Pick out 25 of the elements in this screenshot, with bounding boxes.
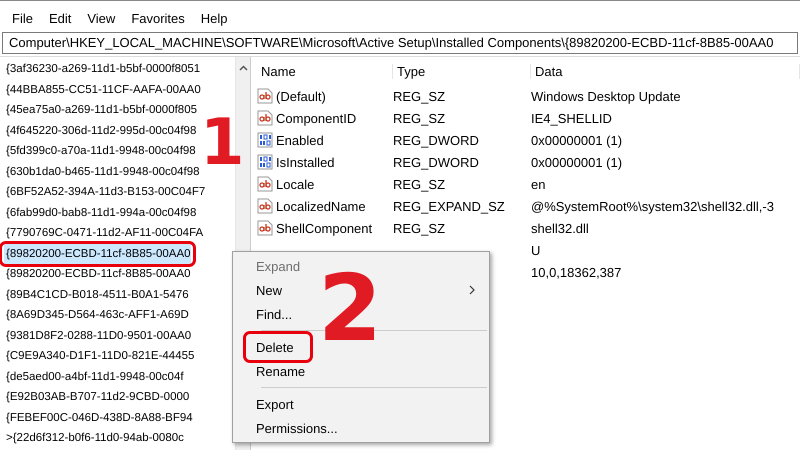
value-type: REG_EXPAND_SZ (393, 198, 506, 214)
value-name: Locale (276, 176, 314, 192)
value-data: U (531, 242, 542, 258)
value-type: REG_DWORD (393, 132, 480, 148)
value-name: IsInstalled (276, 154, 335, 170)
value-name: ComponentID (276, 110, 356, 126)
value-name: Enabled (276, 132, 324, 148)
value-data: 0x00000001 (1) (531, 154, 624, 170)
value-data: Windows Desktop Update (531, 88, 682, 104)
value-data: IE4_SHELLID (531, 110, 613, 126)
value-data: @%SystemRoot%\system32\shell32.dll,-3 (531, 198, 775, 214)
value-name: ShellComponent (276, 220, 372, 236)
value-name: LocalizedName (276, 198, 366, 214)
value-type: REG_SZ (393, 176, 446, 192)
value-data: shell32.dll (531, 220, 590, 236)
step-number: 2 (318, 263, 382, 355)
value-data: 10,0,18362,387 (531, 264, 622, 280)
value-type: REG_SZ (393, 110, 446, 126)
value-data: en (531, 176, 546, 192)
value-name: (Default) (276, 88, 326, 104)
value-type: REG_SZ (393, 220, 446, 236)
value-type: REG_DWORD (393, 154, 480, 170)
step-number: 1 (200, 111, 245, 175)
value-type: REG_SZ (393, 88, 446, 104)
value-data: 0x00000001 (1) (531, 132, 624, 148)
